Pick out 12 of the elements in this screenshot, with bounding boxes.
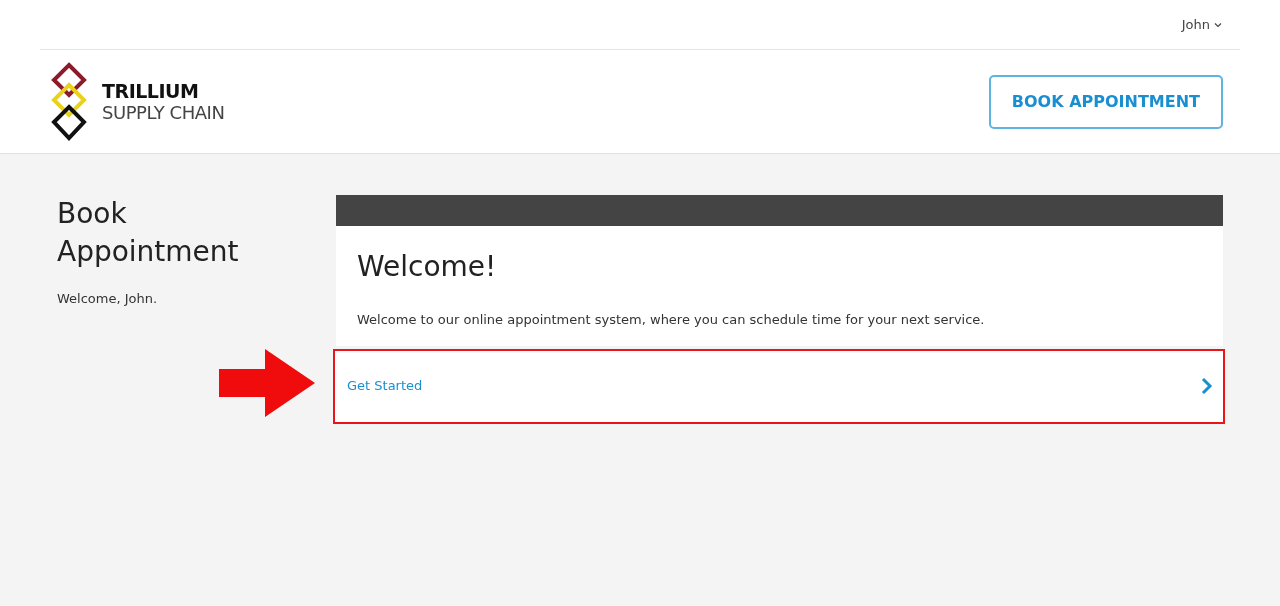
logo-title: TRILLIUM [102,80,200,102]
arrow-right-icon [219,348,315,417]
user-menu[interactable]: John [1181,14,1222,35]
logo-subtitle: SUPPLY CHAIN [102,101,225,123]
get-started-link[interactable]: Get Started [333,348,1225,424]
book-appointment-button[interactable]: BOOK APPOINTMENT [988,74,1223,129]
chevron-right-icon [1201,377,1213,395]
card-heading: Welcome! [357,249,498,285]
card-text: Welcome to our online appointment system, where you can schedule time for your next service. [357,311,986,329]
chevron-down-icon [1214,21,1222,28]
page-title: Book Appointment [57,196,240,270]
welcome-text: Welcome, John. [57,290,159,308]
